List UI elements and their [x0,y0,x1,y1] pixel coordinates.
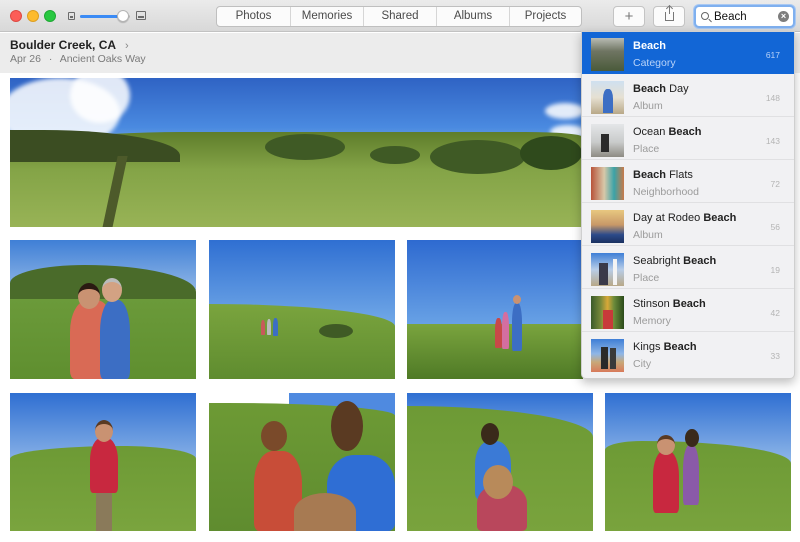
search-input[interactable] [714,8,776,25]
photo-couple[interactable] [10,240,196,379]
minimize-window-button[interactable] [27,10,39,22]
search-field[interactable]: × [694,5,795,28]
search-result-item[interactable]: Beach Category 617 [582,32,794,74]
photo-hikers-grass[interactable] [407,240,583,379]
result-type: Album [633,100,663,112]
result-name: Stinson Beach [633,298,706,310]
moment-title-text[interactable]: Boulder Creek, CA [10,38,116,52]
add-button[interactable]: + [613,6,645,27]
result-name: Beach Flats [633,169,693,181]
result-name: Ocean Beach [633,126,702,138]
result-thumbnail [591,339,624,372]
result-thumbnail [591,167,624,200]
search-results-dropdown: Beach Category 617 Beach Day Album 148 O… [581,31,795,379]
tab-shared[interactable]: Shared [363,7,436,26]
result-count: 617 [765,50,780,60]
result-thumbnail [591,210,624,243]
result-name: Day at Rodeo Beach [633,212,737,224]
moment-subtitle: Apr 26 · Ancient Oaks Way [10,53,146,65]
result-name: Beach Day [633,83,689,95]
thumbnail-size-slider[interactable] [66,9,148,23]
tab-projects[interactable]: Projects [509,7,581,26]
photo-girls-walking[interactable] [407,393,593,531]
photo-girl-red-vest[interactable] [10,393,196,531]
result-count: 72 [770,179,780,189]
result-type: Memory [633,315,671,327]
toolbar: Photos Memories Shared Albums Projects +… [0,0,800,32]
result-count: 33 [770,351,780,361]
view-tabs: Photos Memories Shared Albums Projects [216,6,582,27]
result-type: City [633,358,652,370]
result-type: Category [633,57,676,69]
close-window-button[interactable] [10,10,22,22]
chevron-right-icon[interactable]: › [125,40,129,52]
share-icon [665,6,674,21]
photo-kids-backpacks[interactable] [209,393,395,531]
photo-hikers-distance[interactable] [209,240,395,379]
search-result-item[interactable]: Day at Rodeo Beach Album 56 [582,204,794,246]
result-thumbnail [591,253,624,286]
maximize-window-button[interactable] [44,10,56,22]
slider-knob[interactable] [116,10,129,22]
result-count: 19 [770,265,780,275]
search-result-item[interactable]: Beach Day Album 148 [582,75,794,117]
search-result-item[interactable]: Kings Beach City 33 [582,333,794,375]
result-type: Place [633,143,660,155]
photo-panorama[interactable] [10,78,582,227]
result-name: Beach [633,40,667,52]
search-result-item[interactable]: Ocean Beach Place 143 [582,118,794,160]
result-type: Album [633,229,663,241]
tab-memories[interactable]: Memories [290,7,363,26]
photo-two-girls[interactable] [605,393,791,531]
result-thumbnail [591,38,624,71]
result-type: Neighborhood [633,186,699,198]
result-count: 143 [765,136,780,146]
moment-title[interactable]: Boulder Creek, CA › [10,38,129,52]
result-name: Kings Beach [633,341,697,353]
small-photo-icon [68,12,75,20]
moment-location: Ancient Oaks Way [59,53,146,65]
result-thumbnail [591,296,624,329]
result-count: 42 [770,308,780,318]
search-result-item[interactable]: Beach Flats Neighborhood 72 [582,161,794,203]
result-thumbnail [591,124,624,157]
plus-icon: + [624,8,634,25]
tab-albums[interactable]: Albums [436,7,509,26]
result-count: 148 [765,93,780,103]
result-thumbnail [591,81,624,114]
result-type: Place [633,272,660,284]
tab-photos[interactable]: Photos [217,7,290,26]
magnifier-icon [701,12,709,20]
separator-dot: · [48,53,53,65]
share-button[interactable] [653,6,685,27]
result-count: 56 [770,222,780,232]
clear-search-icon[interactable]: × [778,11,789,22]
large-photo-icon [136,11,146,20]
search-result-item[interactable]: Stinson Beach Memory 42 [582,290,794,332]
moment-date: Apr 26 [10,53,41,65]
search-result-item[interactable]: Seabright Beach Place 19 [582,247,794,289]
result-name: Seabright Beach [633,255,717,267]
